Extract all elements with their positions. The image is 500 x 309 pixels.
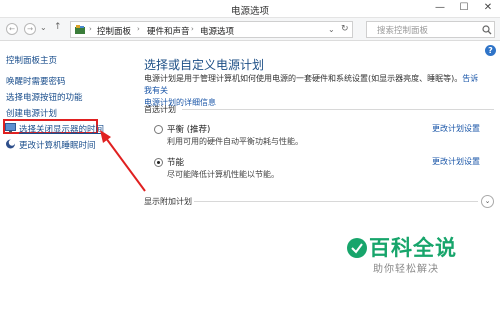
power-saver-change-settings-link[interactable]: 更改计划设置	[432, 156, 480, 167]
power-saver-radio[interactable]	[154, 158, 163, 167]
refresh-icon[interactable]: ↻	[341, 24, 349, 34]
recent-locations-button[interactable]: ⌄	[40, 23, 47, 32]
minimize-button[interactable]: —	[428, 0, 452, 18]
forward-button[interactable]: →	[24, 23, 36, 35]
title-bar: 电源选项 — ☐ ✕	[0, 0, 500, 18]
page-description: 电源计划是用于管理计算机如何使用电源的一套硬件和系统设置(如显示器亮度、睡眠等)…	[144, 73, 479, 109]
search-input[interactable]: 搜索控制面板	[366, 21, 495, 38]
breadcrumb-separator-icon: ›	[89, 25, 92, 33]
sidebar-item-power-buttons[interactable]: 选择电源按钮的功能	[6, 91, 83, 103]
moon-sleep-icon	[6, 139, 16, 149]
address-bar: ← → ⌄ ↑ › 控制面板 › 硬件和声音 › 电源选项 ⌄ ↻ 搜索控制面板	[0, 18, 500, 41]
preferred-plans-heading: 首选计划	[144, 105, 176, 114]
search-icon[interactable]	[482, 25, 492, 35]
search-placeholder: 搜索控制面板	[377, 26, 429, 36]
plan-balanced-description: 利用可用的硬件自动平衡功耗与性能。	[167, 137, 303, 146]
watermark-subtitle: 助你轻松解决	[373, 264, 439, 275]
expand-chevron-icon[interactable]: ⌄	[481, 195, 494, 208]
description-text: 电源计划是用于管理计算机如何使用电源的一套硬件和系统设置(如显示器亮度、睡眠等)…	[144, 74, 463, 83]
breadcrumb-hardware-sound[interactable]: 硬件和声音	[147, 25, 190, 37]
balanced-change-settings-link[interactable]: 更改计划设置	[432, 123, 480, 134]
maximize-button[interactable]: ☐	[452, 0, 476, 18]
watermark-logo-icon	[347, 238, 367, 258]
help-icon[interactable]: ?	[485, 45, 496, 56]
sidebar-item-sleep-time[interactable]: 更改计算机睡眠时间	[19, 139, 96, 151]
section-divider	[182, 109, 494, 110]
breadcrumb-power-options[interactable]: 电源选项	[200, 25, 234, 37]
sidebar-home-link[interactable]: 控制面板主页	[6, 54, 57, 66]
section-divider	[194, 201, 478, 202]
content-area: ? 控制面板主页 唤醒时需要密码 选择电源按钮的功能 创建电源计划 选择关闭显示…	[0, 41, 500, 309]
plan-balanced-name: 平衡 (推荐)	[167, 125, 211, 135]
close-button[interactable]: ✕	[476, 0, 500, 18]
additional-plans-toggle[interactable]: 显示附加计划	[144, 196, 192, 207]
balanced-radio[interactable]	[154, 125, 163, 134]
address-dropdown-icon[interactable]: ⌄	[328, 25, 335, 34]
page-title: 选择或自定义电源计划	[144, 58, 265, 72]
up-button[interactable]: ↑	[54, 22, 62, 32]
breadcrumb-separator-icon: ›	[191, 25, 194, 33]
control-panel-icon	[75, 25, 85, 34]
sidebar-item-wake-password[interactable]: 唤醒时需要密码	[6, 75, 66, 87]
sidebar-item-display-off-time[interactable]: 选择关闭显示器的时间	[19, 123, 104, 135]
back-button[interactable]: ←	[6, 23, 18, 35]
plan-power-saver-description: 尽可能降低计算机性能以节能。	[167, 170, 279, 179]
breadcrumb-separator-icon: ›	[137, 25, 140, 33]
address-field[interactable]: › 控制面板 › 硬件和声音 › 电源选项 ⌄ ↻	[70, 21, 353, 38]
window-title: 电源选项	[230, 6, 269, 17]
plan-power-saver-name: 节能	[167, 158, 185, 168]
breadcrumb-control-panel[interactable]: 控制面板	[97, 25, 131, 37]
monitor-icon	[5, 123, 16, 133]
sidebar-item-create-plan[interactable]: 创建电源计划	[6, 107, 57, 119]
watermark-title: 百科全说	[369, 236, 457, 260]
